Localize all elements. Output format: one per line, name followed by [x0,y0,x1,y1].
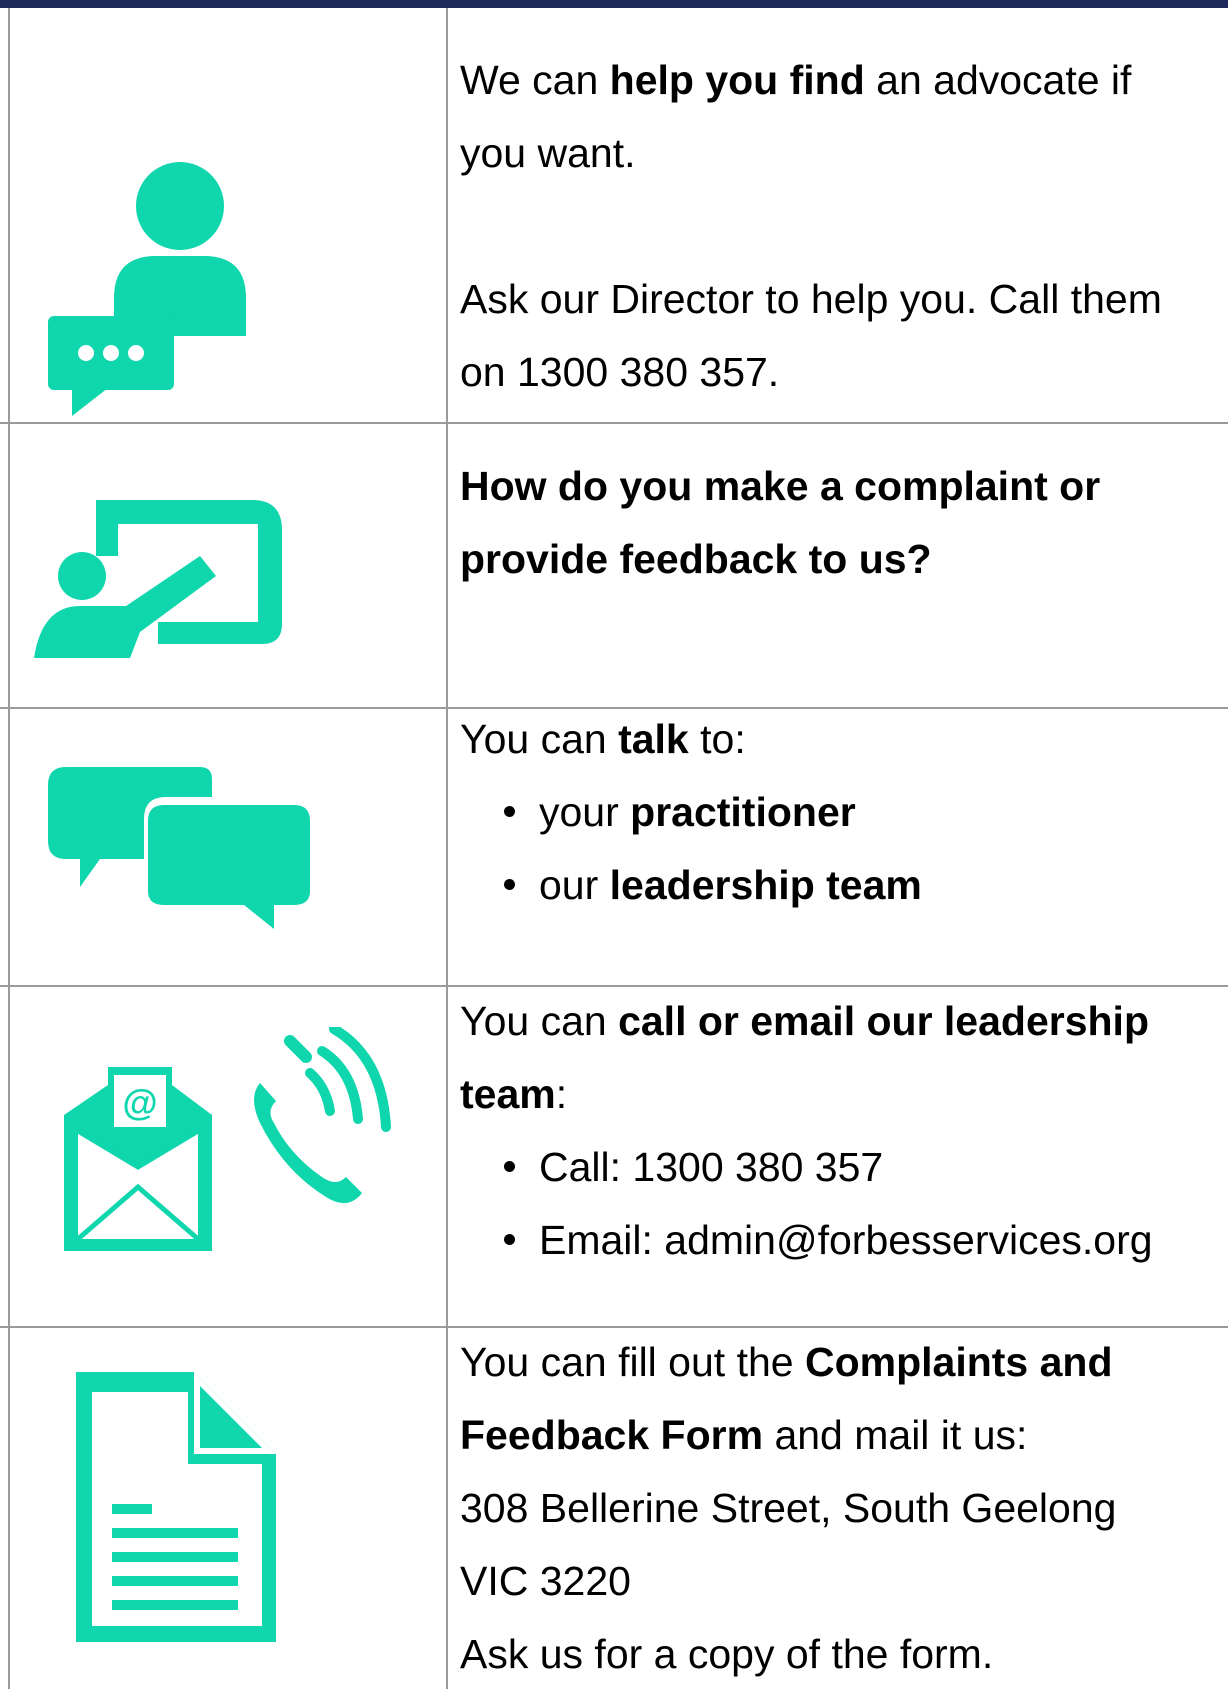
svg-text:@: @ [122,1082,157,1123]
call-email-text: You can call or email our leadership tea… [460,985,1220,1277]
table-row: We can help you find an advocate if you … [0,8,1228,422]
advocate-help-text: We can help you find an advocate if you … [460,57,1162,395]
talk-to-text: You can talk to: your practitioner our l… [460,703,1220,922]
speech-bubbles-icon [48,767,310,929]
table-row: You can fill out the Complaints and Feed… [0,1328,1228,1689]
list-item: Email: admin@forbesservices.org [460,1204,1220,1277]
person-with-chat-icon [48,162,246,416]
list-item: Call: 1300 380 357 [460,1131,1220,1204]
mailing-address: 308 Bellerine Street, South Geelong [460,1485,1117,1531]
complaint-heading: How do you make a complaint or provide f… [460,463,1101,582]
form-mail-text: You can fill out the Complaints and Feed… [460,1326,1220,1691]
table-row: You can talk to: your practitioner our l… [0,709,1228,985]
presenter-whiteboard-icon [34,500,282,658]
list-item: your practitioner [460,776,1220,849]
table-row: @ You can call or email our leadership t… [0,987,1228,1326]
email-and-phone-icon: @ [64,1027,391,1251]
table-row: How do you make a complaint or provide f… [0,424,1228,707]
document-form-icon [76,1372,276,1642]
list-item: our leadership team [460,849,1220,922]
